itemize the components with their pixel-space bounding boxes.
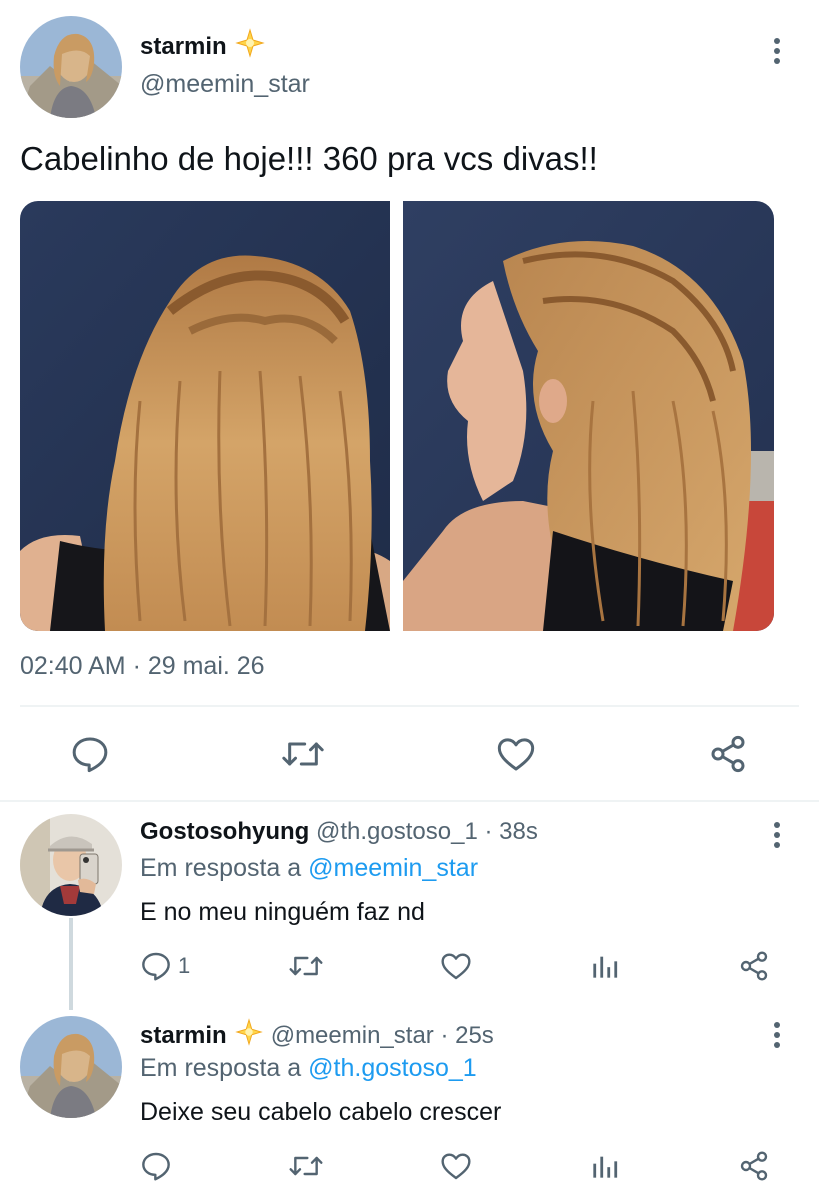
share-icon[interactable] <box>708 734 748 774</box>
more-options-icon[interactable] <box>773 1022 781 1048</box>
reply-to-prefix: Em resposta a <box>140 1054 302 1082</box>
reply-to-mention[interactable]: @meemin_star <box>308 854 478 882</box>
reply-icon <box>140 950 172 982</box>
author-name[interactable]: starmin <box>140 33 227 61</box>
author-avatar[interactable] <box>20 16 122 118</box>
reply-icon[interactable] <box>140 1150 172 1182</box>
tweet-media[interactable] <box>20 201 774 631</box>
photo-2[interactable] <box>403 201 774 631</box>
like-icon[interactable] <box>440 950 472 982</box>
more-options-icon[interactable] <box>773 38 781 64</box>
reply-text: E no meu ninguém faz nd <box>140 898 425 926</box>
reply-count: 1 <box>178 953 191 978</box>
reply-tweet-2: starmin @meemin_star · 25s Em resposta a… <box>0 1002 819 1200</box>
reply-to-mention[interactable]: @th.gostoso_1 <box>308 1054 477 1082</box>
star-emoji-icon <box>234 1018 263 1053</box>
tweet-text: Cabelinho de hoje!!! 360 pra vcs divas!! <box>20 140 598 177</box>
reply-handle-time[interactable]: @meemin_star · 25s <box>271 1022 494 1050</box>
reply-avatar[interactable] <box>20 1016 122 1118</box>
analytics-icon[interactable] <box>591 952 619 980</box>
reply-button[interactable]: 1 <box>140 950 190 982</box>
retweet-icon[interactable] <box>281 734 325 774</box>
reply-author-name[interactable]: Gostosohyung <box>140 818 309 845</box>
like-icon[interactable] <box>440 1150 472 1182</box>
photo-divider <box>390 201 403 631</box>
retweet-icon[interactable] <box>288 1150 324 1182</box>
like-icon[interactable] <box>496 734 536 774</box>
reply-author-name[interactable]: starmin <box>140 1022 227 1050</box>
star-emoji-icon <box>234 28 265 65</box>
reply-avatar[interactable] <box>20 814 122 916</box>
thread-line <box>69 918 73 1010</box>
reply-tweet-1: Gostosohyung @th.gostoso_1 · 38s Em resp… <box>0 802 819 1010</box>
reply-icon[interactable] <box>70 734 110 774</box>
reply-to-prefix: Em resposta a <box>140 854 302 882</box>
share-icon[interactable] <box>738 1150 770 1182</box>
tweet-timestamp[interactable]: 02:40 AM · 29 mai. 26 <box>20 652 265 681</box>
author-handle[interactable]: @meemin_star <box>140 70 310 99</box>
reply-text: Deixe seu cabelo cabelo crescer <box>140 1098 502 1126</box>
divider <box>20 705 799 707</box>
analytics-icon[interactable] <box>591 1152 619 1180</box>
retweet-icon[interactable] <box>288 950 324 982</box>
more-options-icon[interactable] <box>773 822 781 848</box>
share-icon[interactable] <box>738 950 770 982</box>
photo-1[interactable] <box>20 201 390 631</box>
main-tweet: starmin @meemin_star Cabelinho de hoje!!… <box>0 0 819 800</box>
reply-handle-time[interactable]: @th.gostoso_1 · 38s <box>316 818 538 845</box>
